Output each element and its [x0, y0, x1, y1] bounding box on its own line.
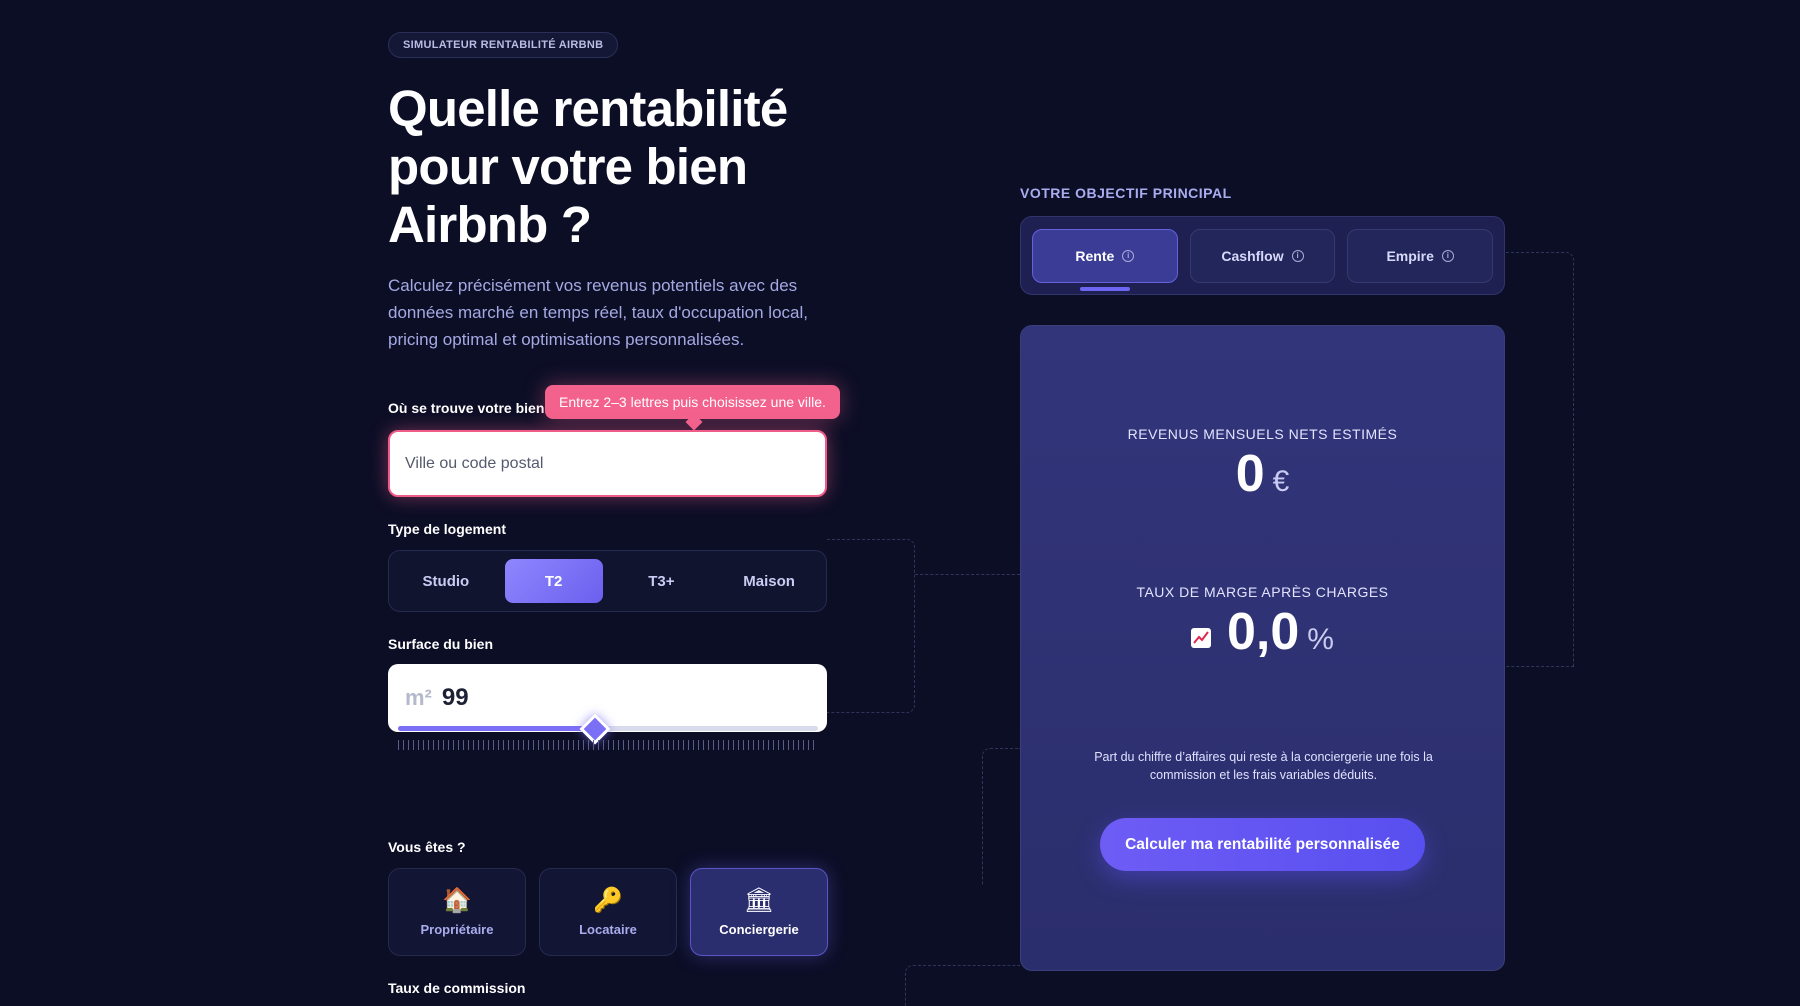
margin-description: Part du chiffre d’affaires qui reste à l… [1094, 750, 1433, 782]
margin-label: TAUX DE MARGE APRÈS CHARGES [1136, 584, 1389, 600]
simulator-badge: SIMULATEUR RENTABILITÉ AIRBNB [388, 32, 619, 58]
surface-slider-ticks [398, 740, 818, 750]
decorative-line [827, 539, 915, 713]
decorative-line [915, 574, 1020, 575]
surface-label: Surface du bien [388, 636, 494, 652]
page-title: Quelle rentabilité pour votre bien Airbn… [388, 80, 788, 253]
tab-label: Rente [1075, 247, 1115, 264]
housing-type-selector: Studio T2 T3+ Maison [388, 550, 827, 612]
surface-field[interactable]: m² 99 [388, 664, 827, 732]
decorative-line [1506, 252, 1574, 667]
margin-unit: % [1307, 623, 1334, 656]
tab-label: Empire [1386, 247, 1434, 264]
info-icon[interactable]: i [1122, 249, 1135, 262]
revenue-unit: € [1272, 465, 1290, 498]
profile-option-label: Locataire [579, 921, 637, 937]
profile-selector: 🏠 Propriétaire 🔑 Locataire 🏛 Conciergeri… [388, 868, 828, 956]
objective-title: VOTRE OBJECTIF PRINCIPAL [1020, 185, 1232, 201]
location-label: Où se trouve votre bien ? [388, 400, 557, 416]
calculate-button[interactable]: Calculer ma rentabilité personnalisée [1100, 818, 1425, 871]
profile-option-label: Conciergerie [719, 921, 799, 937]
commission-label: Taux de commission [388, 980, 526, 996]
decorative-line [982, 748, 1020, 885]
active-tab-indicator [1079, 286, 1130, 291]
objective-tabs: Rente i Cashflow i Empire i [1020, 216, 1505, 295]
profile-option-proprietaire[interactable]: 🏠 Propriétaire [388, 868, 526, 956]
surface-value[interactable]: 99 [442, 684, 469, 712]
tab-cashflow[interactable]: Cashflow i [1189, 228, 1336, 283]
info-icon[interactable]: i [1291, 249, 1304, 262]
margin-display: 0,0 % [1021, 602, 1504, 662]
decorative-line [905, 965, 1020, 1006]
revenue-value: 0 [1235, 445, 1265, 503]
building-icon: 🏛 [743, 886, 775, 914]
surface-slider-fill [398, 726, 596, 731]
profile-option-conciergerie[interactable]: 🏛 Conciergerie [690, 868, 828, 956]
results-card: REVENUS MENSUELS NETS ESTIMÉS 0 € TAUX D… [1020, 325, 1505, 971]
housing-option-maison[interactable]: Maison [720, 559, 818, 603]
profile-option-label: Propriétaire [420, 921, 494, 937]
housing-option-studio[interactable]: Studio [397, 559, 495, 603]
surface-unit: m² [405, 685, 432, 710]
margin-value: 0,0 [1227, 603, 1300, 661]
profile-option-locataire[interactable]: 🔑 Locataire [539, 868, 677, 956]
profile-label: Vous êtes ? [388, 839, 466, 855]
key-icon: 🔑 [593, 886, 623, 914]
housing-option-t2[interactable]: T2 [504, 559, 603, 603]
house-icon: 🏠 [442, 886, 472, 914]
housing-type-label: Type de logement [388, 521, 506, 537]
page-subtitle: Calculez précisément vos revenus potenti… [388, 276, 808, 349]
tab-rente[interactable]: Rente i [1032, 228, 1178, 291]
info-icon[interactable]: i [1441, 249, 1454, 262]
revenue-display: 0 € [1021, 444, 1504, 504]
housing-option-t3plus[interactable]: T3+ [613, 559, 711, 603]
city-input[interactable] [388, 430, 827, 497]
tab-label: Cashflow [1221, 247, 1284, 264]
revenue-label: REVENUS MENSUELS NETS ESTIMÉS [1127, 426, 1398, 442]
trend-chart-icon [1191, 628, 1211, 648]
tab-empire[interactable]: Empire i [1347, 228, 1494, 283]
